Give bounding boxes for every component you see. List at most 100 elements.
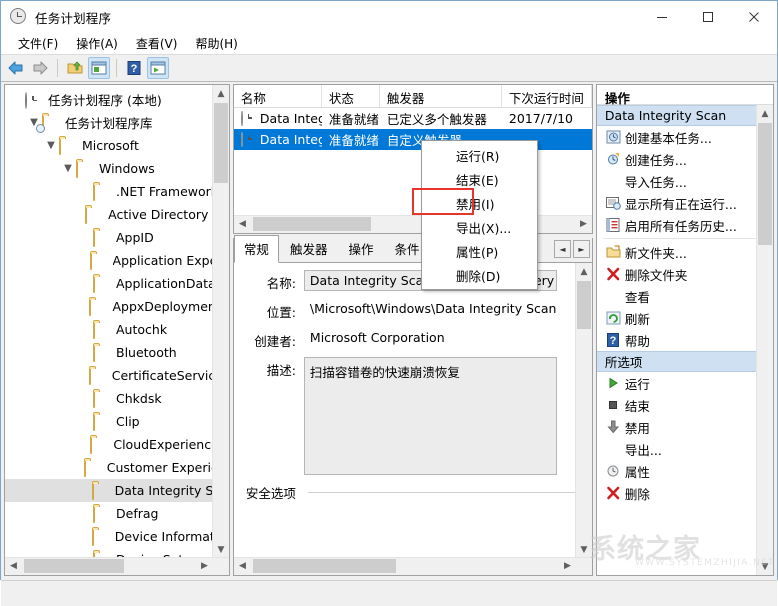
- tree-item[interactable]: AppID: [5, 226, 229, 249]
- tree-item[interactable]: Clip: [5, 410, 229, 433]
- action-run[interactable]: 运行: [597, 372, 773, 394]
- minimize-button[interactable]: [639, 1, 685, 33]
- tree-item[interactable]: Application Experience: [5, 249, 229, 272]
- details-tabs[interactable]: 常规触发器操作条件设置历史记录 ◄ ►: [233, 235, 592, 263]
- list-scroll-left-arrow[interactable]: ◀: [234, 216, 251, 232]
- details-scroll-right-arrow[interactable]: ▶: [559, 558, 576, 574]
- list-scroll-right-arrow[interactable]: ▶: [575, 216, 592, 232]
- action-create-basic-task[interactable]: 创建基本任务...: [597, 126, 773, 148]
- action-create-task[interactable]: 创建任务...: [597, 148, 773, 170]
- tree-horizontal-scrollbar[interactable]: ◀ ▶: [5, 557, 229, 575]
- help-icon[interactable]: ?: [123, 57, 145, 79]
- tree-item[interactable]: ApplicationData: [5, 272, 229, 295]
- context-menu[interactable]: 运行(R) 结束(E) 禁用(I) 导出(X)... 属性(P) 删除(D): [421, 140, 538, 290]
- action-show-running-tasks[interactable]: 显示所有正在运行...: [597, 192, 773, 214]
- menu-help[interactable]: 帮助(H): [186, 34, 246, 54]
- show-hide-console-tree-icon[interactable]: [88, 57, 110, 79]
- actions-scroll-up-arrow[interactable]: ▲: [757, 105, 773, 122]
- actions-vertical-scrollbar[interactable]: ▲ ▼: [756, 105, 773, 575]
- action-properties[interactable]: 属性: [597, 460, 773, 482]
- action-delete[interactable]: 删除: [597, 482, 773, 504]
- tab-nav-next[interactable]: ►: [572, 240, 590, 258]
- console-tree[interactable]: 任务计划程序 (本地) ▼ 任务计划程序库 ▼ Microsoft ▼ Windows .NE…: [5, 85, 229, 575]
- close-button[interactable]: [731, 1, 777, 33]
- back-icon[interactable]: [5, 57, 27, 79]
- show-hide-action-pane-icon[interactable]: [147, 57, 169, 79]
- action-disable[interactable]: 禁用: [597, 416, 773, 438]
- task-list-rows[interactable]: Data Integr...准备就绪已定义多个触发器2017/7/10Data …: [233, 108, 592, 150]
- tree-item[interactable]: CloudExperienceHost: [5, 433, 229, 456]
- details-scroll-down-arrow[interactable]: ▼: [575, 541, 592, 558]
- details-horizontal-scrollbar[interactable]: ◀ ▶: [233, 557, 592, 575]
- actions-list[interactable]: Data Integrity Scan ▲ 创建基本任务... 创建任务... 导入任务…: [596, 105, 773, 504]
- details-vertical-scrollbar[interactable]: ▲ ▼: [574, 263, 592, 558]
- ctx-run[interactable]: 运行(R): [422, 143, 537, 167]
- actions-group-header[interactable]: Data Integrity Scan ▲: [596, 105, 773, 126]
- tree-item[interactable]: ▼ Microsoft: [5, 134, 229, 157]
- tree-item[interactable]: ▼ Windows: [5, 157, 229, 180]
- details-tab[interactable]: 操作: [338, 235, 383, 262]
- task-row[interactable]: Data Integr...准备就绪自定义触发器: [233, 129, 592, 150]
- column-header[interactable]: 触发器: [380, 85, 502, 107]
- tree-item[interactable]: Bluetooth: [5, 341, 229, 364]
- details-scroll-up-arrow[interactable]: ▲: [575, 263, 592, 280]
- action-export[interactable]: 导出...: [597, 438, 773, 460]
- tree-vertical-scrollbar[interactable]: ▲ ▼: [211, 85, 229, 558]
- actions-scroll-down-arrow[interactable]: ▼: [757, 558, 773, 575]
- details-tab[interactable]: 常规: [233, 235, 279, 263]
- tree-item[interactable]: Customer Experience Improvement Program: [5, 456, 229, 479]
- chevron-down-icon[interactable]: ▼: [43, 140, 59, 151]
- tree-item[interactable]: Chkdsk: [5, 387, 229, 410]
- tree-item[interactable]: AppxDeploymentClient: [5, 295, 229, 318]
- list-horizontal-scrollbar[interactable]: ◀ ▶: [233, 215, 592, 233]
- action-end[interactable]: 结束: [597, 394, 773, 416]
- menu-view[interactable]: 查看(V): [127, 34, 187, 54]
- action-delete-folder[interactable]: 删除文件夹: [597, 263, 773, 285]
- scroll-up-arrow[interactable]: ▲: [212, 85, 229, 102]
- task-row[interactable]: Data Integr... 准备就绪已定义多个触发器 2017/7/10: [234, 108, 592, 129]
- up-folder-icon[interactable]: [64, 57, 86, 79]
- details-scroll-left-arrow[interactable]: ◀: [234, 558, 251, 574]
- actions-scroll-thumb[interactable]: [758, 123, 772, 245]
- tree-item[interactable]: Autochk: [5, 318, 229, 341]
- scroll-down-arrow[interactable]: ▼: [212, 541, 229, 558]
- tree-item[interactable]: CertificateServicesClient: [5, 364, 229, 387]
- folder-icon: [90, 436, 107, 454]
- folder-icon: [76, 160, 93, 178]
- forward-icon[interactable]: [29, 57, 51, 79]
- hscroll-thumb[interactable]: [24, 559, 124, 573]
- column-header[interactable]: 名称: [234, 85, 322, 107]
- action-import-task[interactable]: 导入任务...: [597, 170, 773, 192]
- details-scroll-thumb[interactable]: [576, 281, 591, 329]
- details-hscroll-thumb[interactable]: [252, 559, 396, 573]
- actions-group-header[interactable]: 所选项▲: [596, 351, 773, 372]
- scroll-thumb[interactable]: [213, 103, 228, 183]
- tree-item[interactable]: Device Information: [5, 525, 229, 548]
- menu-action[interactable]: 操作(A): [67, 34, 127, 54]
- action-enable-task-history[interactable]: 启用所有任务历史...: [597, 214, 773, 236]
- chevron-down-icon[interactable]: ▼: [60, 163, 76, 174]
- scroll-right-arrow[interactable]: ▶: [196, 558, 213, 574]
- list-hscroll-thumb[interactable]: [252, 217, 371, 231]
- action-help[interactable]: ? 帮助: [597, 329, 773, 351]
- column-header[interactable]: 状态: [322, 85, 380, 107]
- tree-item[interactable]: Defrag: [5, 502, 229, 525]
- tab-nav-prev[interactable]: ◄: [553, 240, 571, 258]
- tree-item[interactable]: 任务计划程序 (本地): [5, 88, 229, 111]
- maximize-button[interactable]: [685, 1, 731, 33]
- ctx-delete[interactable]: 删除(D): [422, 263, 537, 287]
- column-header[interactable]: 下次运行时间: [502, 85, 592, 107]
- tree-item[interactable]: Active Directory Rights Management: [5, 203, 229, 226]
- tree-item[interactable]: ▼ 任务计划程序库: [5, 111, 229, 134]
- task-list-header[interactable]: 名称 状态 触发器 下次运行时间: [233, 85, 592, 108]
- ctx-export[interactable]: 导出(X)...: [422, 215, 537, 239]
- ctx-properties[interactable]: 属性(P): [422, 239, 537, 263]
- menu-file[interactable]: 文件(F): [9, 34, 67, 54]
- tree-item[interactable]: Data Integrity Scan: [5, 479, 229, 502]
- scroll-left-arrow[interactable]: ◀: [5, 558, 22, 574]
- action-view[interactable]: 查看▶: [597, 285, 773, 307]
- tree-item[interactable]: .NET Framework: [5, 180, 229, 203]
- details-tab[interactable]: 触发器: [280, 235, 338, 262]
- action-refresh[interactable]: 刷新: [597, 307, 773, 329]
- action-new-folder[interactable]: 新文件夹...: [597, 241, 773, 263]
